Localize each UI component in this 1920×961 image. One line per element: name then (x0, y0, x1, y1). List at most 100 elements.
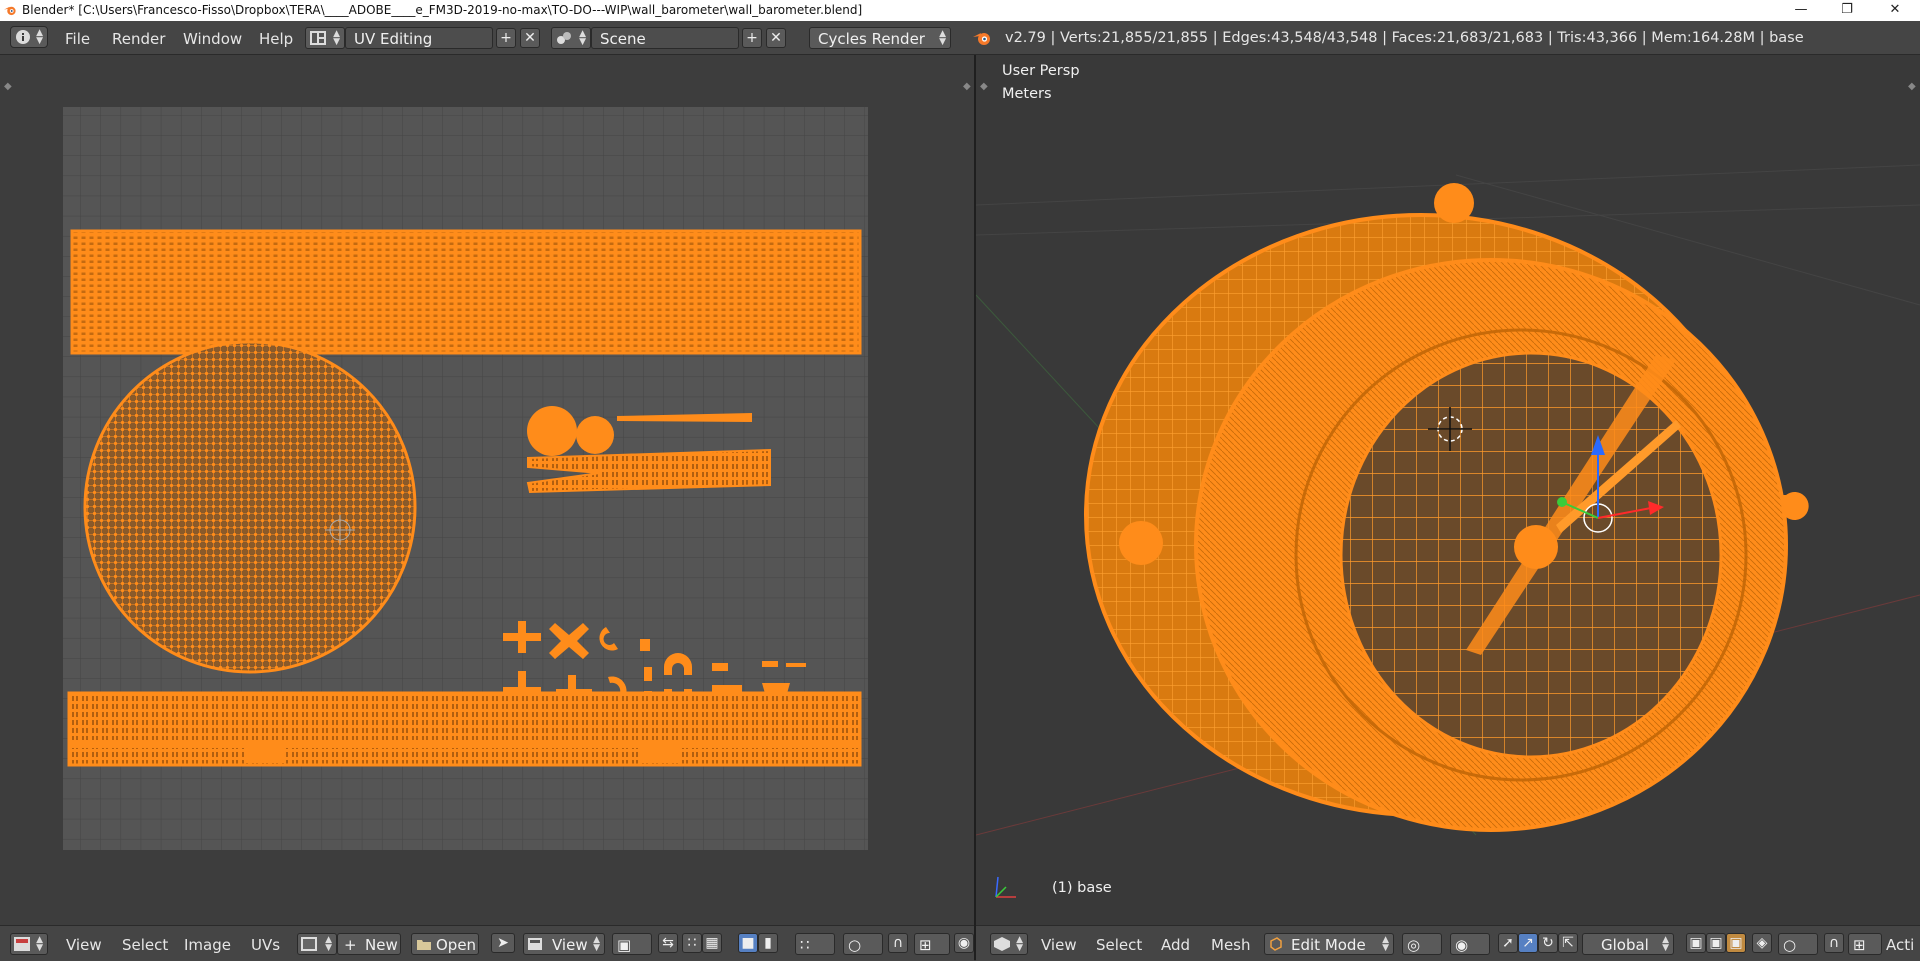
snap-element-dropdown[interactable]: ⊞ (914, 933, 950, 955)
snap-button[interactable]: ∩ (888, 933, 908, 953)
close-button[interactable]: ✕ (1872, 0, 1918, 21)
editor-type-button[interactable]: ▲ ▼ (10, 26, 48, 48)
uv-image-editor[interactable]: ◆ ◆ (0, 55, 974, 925)
menu-window[interactable]: Window (183, 30, 242, 48)
view-mode-label: View (552, 936, 588, 954)
image-icon (301, 937, 317, 951)
shading-icon: ◎ (1407, 936, 1421, 954)
uv-island-bottom-strip (69, 693, 860, 765)
screen-layout-label: UV Editing (354, 30, 433, 48)
sync-selection-button[interactable]: ⇆ (658, 933, 678, 953)
vertex-select-mode-button[interactable]: ▣ (1686, 933, 1706, 953)
menu-view[interactable]: View (1041, 936, 1077, 954)
uv-island-needle-wide (526, 448, 771, 494)
manipulator-toggle-button[interactable]: ➚ (1498, 933, 1518, 953)
menu-add[interactable]: Add (1161, 936, 1190, 954)
limit-selection-button[interactable]: ◈ (1752, 933, 1772, 953)
dropdown-arrows-icon: ▲ ▼ (1016, 935, 1023, 953)
face-select-button[interactable]: ■ (738, 933, 758, 953)
sync-icon: ⇆ (662, 935, 674, 951)
pivot-dropdown[interactable]: ▣ (612, 933, 652, 955)
uv-sculpt-button[interactable]: ◉ (954, 933, 974, 953)
menu-file[interactable]: File (65, 30, 90, 48)
edge-select-button[interactable]: ▦ (702, 933, 722, 953)
transform-orientation-dropdown[interactable]: Global ▲ ▼ (1582, 933, 1674, 955)
add-scene-button[interactable]: + (742, 28, 762, 48)
edge-select-mode-button[interactable]: ▣ (1706, 933, 1726, 953)
dropdown-arrows-icon: ▲ ▼ (1382, 935, 1389, 953)
pivot-point-dropdown[interactable]: ◉ (1450, 933, 1490, 955)
editor-type-button[interactable]: ▲ ▼ (10, 933, 48, 955)
view-mode-dropdown[interactable]: View ▲ ▼ (523, 933, 605, 955)
new-image-button[interactable]: + New (337, 933, 401, 955)
barometer-top-knob (1434, 183, 1474, 223)
magnet-icon: ∩ (892, 935, 904, 951)
window-titlebar: Blender* [C:\Users\Francesco-Fisso\Dropb… (0, 0, 1920, 21)
menu-help[interactable]: Help (259, 30, 293, 48)
maximize-button[interactable]: ❐ (1824, 0, 1870, 21)
3d-view-icon (994, 937, 1010, 951)
scale-icon: ⇱ (1562, 935, 1574, 951)
menu-select[interactable]: Select (1096, 936, 1142, 954)
scene-field[interactable]: Scene (591, 27, 739, 49)
uv-editor-header: ▲ ▼ View Select Image UVs ▲ ▼ + New Open ➤… (0, 925, 974, 961)
add-screen-button[interactable]: + (496, 28, 516, 48)
occlude-icon: ◈ (1756, 935, 1768, 951)
blender-logo-icon (973, 33, 990, 45)
info-header: ▲ ▼ File Render Window Help ▲ ▼ UV Editing… (0, 21, 1920, 55)
dropdown-arrows-icon: ▲ ▼ (333, 29, 340, 47)
remove-scene-button[interactable]: ✕ (766, 28, 786, 48)
viewport-shading-dropdown[interactable]: ◎ (1402, 933, 1442, 955)
mode-label: Edit Mode (1291, 936, 1366, 954)
screen-layout-icon-button[interactable]: ▲ ▼ (305, 27, 345, 49)
magnet-icon: ∩ (1828, 935, 1840, 951)
uv-canvas[interactable] (0, 55, 974, 925)
menu-image[interactable]: Image (184, 936, 231, 954)
scale-manipulator-button[interactable]: ⇱ (1558, 933, 1578, 953)
x-icon: ✕ (770, 30, 782, 46)
menu-render[interactable]: Render (112, 30, 165, 48)
blender-logo-icon (4, 6, 16, 16)
render-engine-dropdown[interactable]: Cycles Render ▲ ▼ (809, 27, 951, 49)
viewport-canvas[interactable] (976, 55, 1920, 925)
vertex-select-button[interactable]: ∷ (682, 933, 702, 953)
scene-icon-button[interactable]: ▲ ▼ (551, 27, 591, 49)
x-icon: ✕ (524, 30, 536, 46)
face-select-mode-button[interactable]: ▣ (1726, 933, 1746, 953)
proportional-editing-dropdown[interactable]: ○ (1778, 933, 1818, 955)
snap-element-icon: ⊞ (1853, 936, 1866, 954)
mode-dropdown[interactable]: Edit Mode ▲ ▼ (1264, 933, 1394, 955)
edit-mode-icon (1270, 937, 1282, 951)
editor-type-button[interactable]: ▲ ▼ (990, 933, 1028, 955)
dropdown-arrows-icon: ▲ ▼ (325, 935, 332, 953)
pin-image-button[interactable]: ➤ (491, 933, 515, 953)
plus-icon: + (344, 936, 357, 954)
snap-toggle-button[interactable]: ∩ (1824, 933, 1844, 953)
menu-uvs[interactable]: UVs (251, 936, 280, 954)
3d-viewport[interactable]: ◆ ◆ User Persp Meters (1) base (976, 55, 1920, 925)
info-icon (16, 30, 30, 44)
minimize-button[interactable]: — (1778, 0, 1824, 21)
image-editor-icon (14, 937, 30, 951)
menu-view[interactable]: View (66, 936, 102, 954)
island-select-button[interactable]: ▮ (758, 933, 778, 953)
screen-layout-field[interactable]: UV Editing (345, 27, 493, 49)
translate-manipulator-button[interactable]: ↗ (1518, 933, 1538, 953)
menu-mesh[interactable]: Mesh (1211, 936, 1251, 954)
3d-view-header: ▲ ▼ View Select Add Mesh Edit Mode ▲ ▼ ◎ ◉… (976, 925, 1920, 961)
snap-element-icon: ⊞ (919, 936, 932, 954)
uv-island-bottom-strip-band (69, 740, 860, 748)
rotate-manipulator-button[interactable]: ↻ (1538, 933, 1558, 953)
sticky-icon: ∷ (800, 936, 810, 954)
proportional-edit-dropdown[interactable]: ○ (843, 933, 883, 955)
pivot-icon: ◉ (1455, 936, 1469, 954)
face-select-icon: ■ (741, 935, 755, 951)
open-image-button[interactable]: Open (411, 933, 479, 955)
snap-element-dropdown[interactable]: ⊞ (1848, 933, 1882, 955)
menu-select[interactable]: Select (122, 936, 168, 954)
active-snap-label[interactable]: Acti (1886, 936, 1914, 954)
image-browse-button[interactable]: ▲ ▼ (297, 933, 337, 955)
sticky-select-dropdown[interactable]: ∷ (795, 933, 835, 955)
remove-screen-button[interactable]: ✕ (520, 28, 540, 48)
dropdown-arrows-icon: ▲ ▼ (579, 29, 586, 47)
